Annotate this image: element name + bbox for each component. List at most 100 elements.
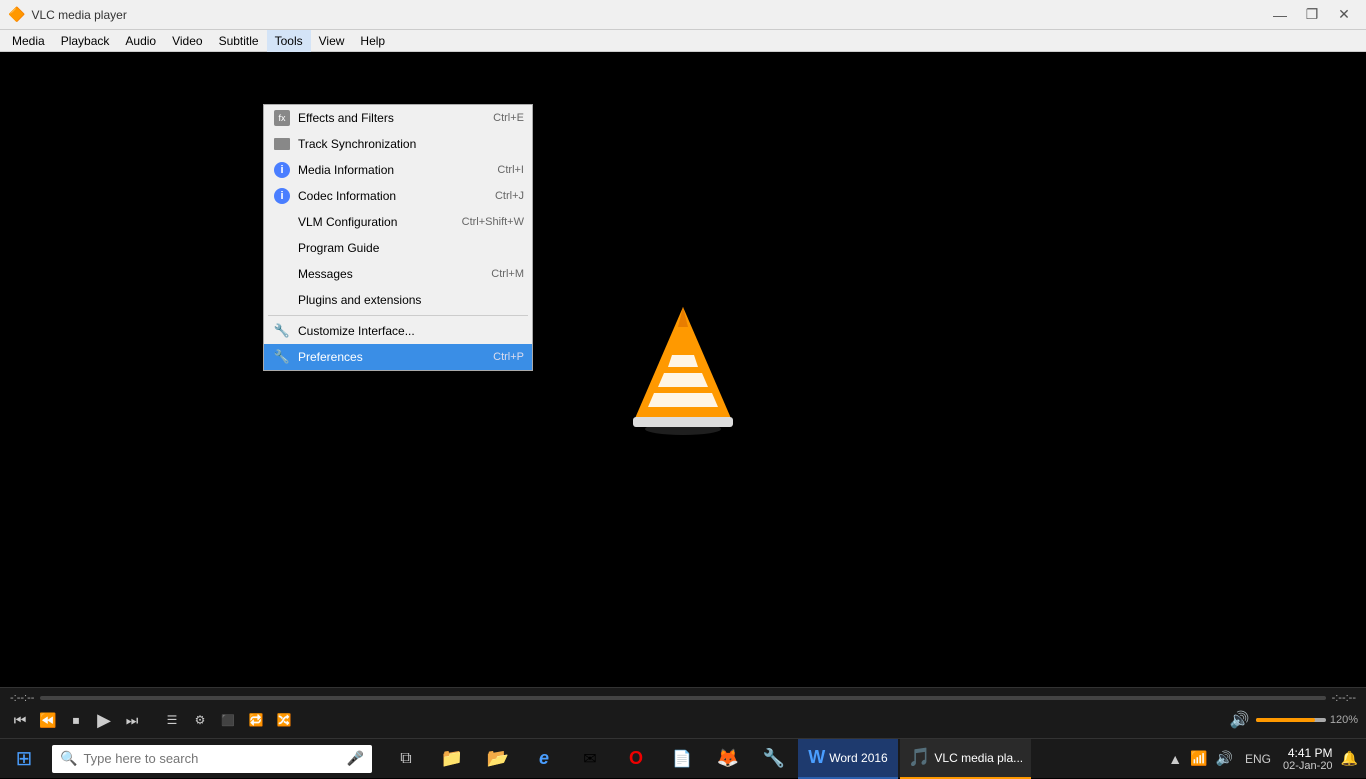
menu-video[interactable]: Video (164, 30, 210, 52)
menu-vlm-config[interactable]: VLM Configuration Ctrl+Shift+W (264, 209, 532, 235)
loop-button[interactable]: 🔁 (244, 708, 268, 732)
menu-help[interactable]: Help (352, 30, 393, 52)
plugins-label: Plugins and extensions (298, 293, 524, 307)
volume-area: 🔊 120% (1228, 708, 1358, 732)
extended-settings-button[interactable]: ⚙ (188, 708, 212, 732)
codec-info-shortcut: Ctrl+J (495, 190, 524, 202)
notification-icon[interactable]: 🔔 (1341, 750, 1358, 767)
effects-shortcut: Ctrl+E (493, 112, 524, 124)
app-title: VLC media player (31, 8, 126, 22)
tray-volume-icon[interactable]: 🔊 (1216, 750, 1233, 767)
menu-tools[interactable]: Tools (267, 30, 311, 52)
program-guide-label: Program Guide (298, 241, 524, 255)
menu-subtitle[interactable]: Subtitle (211, 30, 267, 52)
messages-icon (272, 264, 292, 284)
preferences-icon: 🔧 (272, 347, 292, 367)
taskbar-firefox[interactable]: 🦊 (706, 739, 750, 779)
menu-playback[interactable]: Playback (53, 30, 118, 52)
clock-time: 4:41 PM (1283, 746, 1333, 760)
taskbar-vlc[interactable]: 🎵 VLC media pla... (900, 739, 1031, 779)
menu-effects-filters[interactable]: fx Effects and Filters Ctrl+E (264, 105, 532, 131)
word-label: Word 2016 (829, 751, 887, 765)
taskbar-file-explorer[interactable]: 📁 (430, 739, 474, 779)
volume-fill (1256, 718, 1316, 722)
volume-percent: 120% (1330, 714, 1358, 726)
media-info-label: Media Information (298, 163, 497, 177)
minimize-button[interactable]: — (1266, 4, 1294, 26)
taskbar-mail[interactable]: ✉ (568, 739, 612, 779)
play-button[interactable]: ▶ (92, 708, 116, 732)
menu-preferences[interactable]: 🔧 Preferences Ctrl+P (264, 344, 532, 370)
search-input[interactable] (83, 751, 342, 766)
time-current: -:--:-- (10, 692, 34, 704)
prev-button[interactable]: ⏪ (36, 708, 60, 732)
stop-button[interactable]: ⏹ (64, 708, 88, 732)
video-area: fx Effects and Filters Ctrl+E Track Sync… (0, 52, 1366, 687)
title-bar-left: 🔶 VLC media player (8, 6, 127, 23)
microphone-icon[interactable]: 🎤 (347, 750, 364, 767)
toggle-playlist-button[interactable]: ☰ (160, 708, 184, 732)
buttons-row: ⏮ ⏪ ⏹ ▶ ⏭ ☰ ⚙ ⬛ 🔁 🔀 🔊 120% (0, 706, 1366, 734)
menu-bar: Media Playback Audio Video Subtitle Tool… (0, 30, 1366, 52)
menu-media-info[interactable]: i Media Information Ctrl+I (264, 157, 532, 183)
vlc-logo (628, 305, 738, 435)
frame-button[interactable]: ⬛ (216, 708, 240, 732)
prev-chapter-button[interactable]: ⏮ (8, 708, 32, 732)
menu-view[interactable]: View (311, 30, 353, 52)
playback-buttons: ⏮ ⏪ ⏹ ▶ ⏭ ☰ ⚙ ⬛ 🔁 🔀 (8, 708, 296, 732)
effects-label: Effects and Filters (298, 111, 493, 125)
messages-shortcut: Ctrl+M (491, 268, 524, 280)
vlm-label: VLM Configuration (298, 215, 462, 229)
menu-media[interactable]: Media (4, 30, 53, 52)
media-info-icon: i (272, 160, 292, 180)
program-guide-icon (272, 238, 292, 258)
menu-customize[interactable]: 🔧 Customize Interface... (264, 318, 532, 344)
mute-button[interactable]: 🔊 (1228, 708, 1252, 732)
maximize-button[interactable]: ❐ (1298, 4, 1326, 26)
vlm-shortcut: Ctrl+Shift+W (462, 216, 524, 228)
messages-label: Messages (298, 267, 491, 281)
taskbar-opera[interactable]: O (614, 739, 658, 779)
next-chapter-button[interactable]: ⏭ (120, 708, 144, 732)
random-button[interactable]: 🔀 (272, 708, 296, 732)
menu-messages[interactable]: Messages Ctrl+M (264, 261, 532, 287)
tray-network-icon[interactable]: 📶 (1190, 750, 1207, 767)
preferences-label: Preferences (298, 350, 493, 364)
start-button[interactable]: ⊞ (0, 739, 48, 779)
codec-info-icon: i (272, 186, 292, 206)
tray-up-arrow[interactable]: ▲ (1168, 751, 1182, 767)
clock-date: 02-Jan-20 (1283, 760, 1333, 772)
app-icon: 🔶 (8, 6, 25, 23)
customize-icon: 🔧 (272, 321, 292, 341)
taskbar-edge[interactable]: e (522, 739, 566, 779)
taskbar-file[interactable]: 📄 (660, 739, 704, 779)
seek-bar[interactable] (40, 696, 1325, 700)
menu-plugins[interactable]: Plugins and extensions (264, 287, 532, 313)
tools-dropdown-menu: fx Effects and Filters Ctrl+E Track Sync… (263, 104, 533, 371)
taskbar-repair[interactable]: 🔧 (752, 739, 796, 779)
track-sync-label: Track Synchronization (298, 137, 524, 151)
volume-bar[interactable] (1256, 718, 1326, 722)
search-icon: 🔍 (60, 750, 77, 767)
windows-icon: ⊞ (16, 746, 33, 771)
menu-codec-info[interactable]: i Codec Information Ctrl+J (264, 183, 532, 209)
vlc-label: VLC media pla... (934, 751, 1023, 765)
menu-program-guide[interactable]: Program Guide (264, 235, 532, 261)
media-info-shortcut: Ctrl+I (497, 164, 524, 176)
taskbar-task-view[interactable]: ⧉ (384, 739, 428, 779)
search-box[interactable]: 🔍 🎤 (52, 745, 372, 773)
effects-icon: fx (272, 108, 292, 128)
taskbar-videos-folder[interactable]: 📂 (476, 739, 520, 779)
menu-audio[interactable]: Audio (117, 30, 164, 52)
taskbar-word[interactable]: W Word 2016 (798, 739, 898, 779)
preferences-shortcut: Ctrl+P (493, 351, 524, 363)
time-total: -:--:-- (1332, 692, 1356, 704)
track-sync-icon (272, 134, 292, 154)
separator-1 (268, 315, 528, 316)
close-button[interactable]: ✕ (1330, 4, 1358, 26)
language-indicator[interactable]: ENG (1241, 752, 1275, 766)
seekbar-row: -:--:-- -:--:-- (0, 688, 1366, 706)
titlebar-controls: — ❐ ✕ (1266, 4, 1358, 26)
title-bar: 🔶 VLC media player — ❐ ✕ (0, 0, 1366, 30)
menu-track-sync[interactable]: Track Synchronization (264, 131, 532, 157)
